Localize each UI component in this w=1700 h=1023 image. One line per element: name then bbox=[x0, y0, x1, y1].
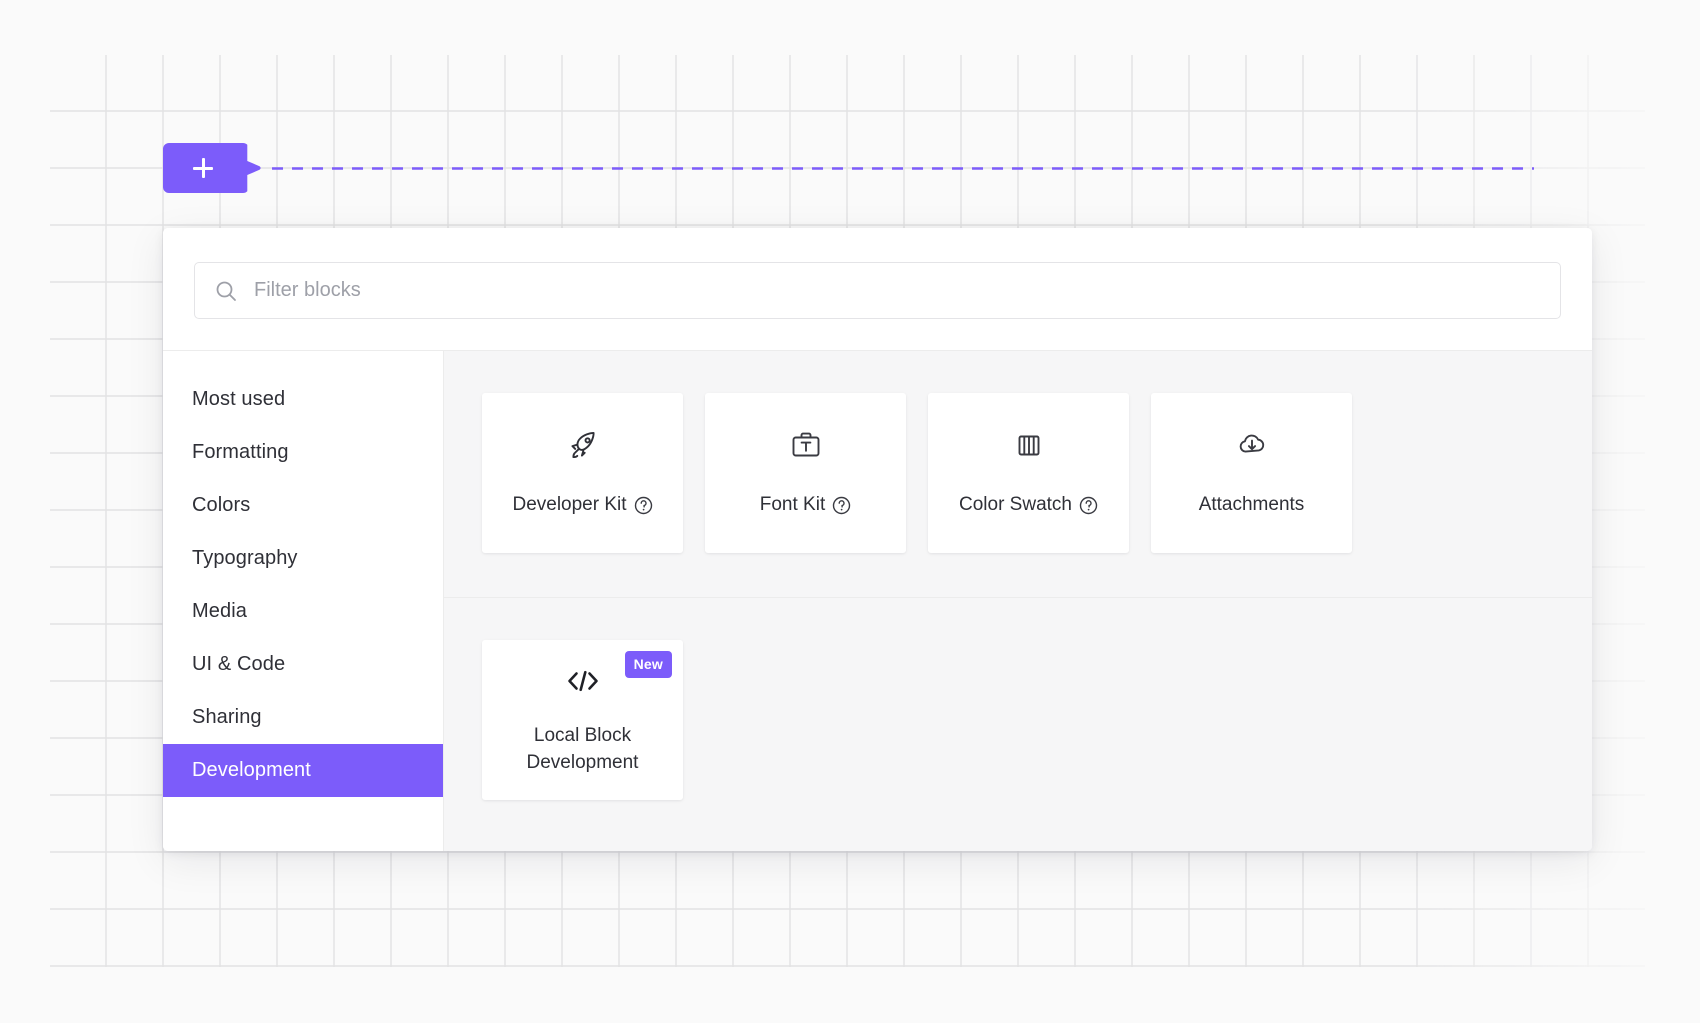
blocks-row: Developer Kit bbox=[482, 393, 1592, 553]
search-icon bbox=[215, 280, 237, 302]
help-icon[interactable] bbox=[634, 496, 653, 515]
block-card-color-swatch[interactable]: Color Swatch bbox=[928, 393, 1129, 553]
search-input[interactable] bbox=[254, 279, 1540, 302]
cloud-download-icon bbox=[1234, 427, 1270, 463]
plus-icon bbox=[193, 158, 213, 178]
search-box[interactable] bbox=[194, 262, 1561, 319]
block-card-local-block-development[interactable]: New Local Block Development bbox=[482, 640, 683, 800]
block-card-label: Local Block Development bbox=[498, 723, 668, 777]
picker-body: Most used Formatting Colors Typography M… bbox=[163, 351, 1592, 851]
block-card-font-kit[interactable]: Font Kit bbox=[705, 393, 906, 553]
new-badge: New bbox=[625, 651, 672, 678]
block-card-attachments[interactable]: Attachments bbox=[1151, 393, 1352, 553]
code-brackets-icon bbox=[564, 663, 602, 699]
block-card-developer-kit[interactable]: Developer Kit bbox=[482, 393, 683, 553]
sidebar-item-sharing[interactable]: Sharing bbox=[163, 691, 443, 744]
sidebar-item-typography[interactable]: Typography bbox=[163, 532, 443, 585]
font-briefcase-icon bbox=[789, 427, 823, 463]
rocket-icon bbox=[565, 427, 601, 463]
block-card-label: Color Swatch bbox=[959, 492, 1098, 519]
search-header bbox=[163, 228, 1592, 351]
blocks-row: New Local Block Development bbox=[482, 640, 1592, 800]
sidebar-item-development[interactable]: Development bbox=[163, 744, 443, 797]
sidebar-item-ui-and-code[interactable]: UI & Code bbox=[163, 638, 443, 691]
block-card-label: Font Kit bbox=[760, 492, 851, 519]
blocks-section-primary: Developer Kit bbox=[444, 351, 1592, 597]
add-block-button[interactable] bbox=[163, 143, 261, 193]
blocks-section-secondary: New Local Block Development bbox=[444, 597, 1592, 844]
category-sidebar: Most used Formatting Colors Typography M… bbox=[163, 351, 444, 851]
block-card-label: Developer Kit bbox=[512, 492, 652, 519]
help-icon[interactable] bbox=[1079, 496, 1098, 515]
design-canvas: Most used Formatting Colors Typography M… bbox=[0, 0, 1700, 1023]
sidebar-item-formatting[interactable]: Formatting bbox=[163, 426, 443, 479]
dashed-connector-line bbox=[272, 167, 1534, 170]
blocks-content: Developer Kit bbox=[444, 351, 1592, 851]
sidebar-item-media[interactable]: Media bbox=[163, 585, 443, 638]
block-picker-popover: Most used Formatting Colors Typography M… bbox=[163, 228, 1592, 851]
block-card-label: Attachments bbox=[1199, 492, 1305, 519]
sidebar-item-colors[interactable]: Colors bbox=[163, 479, 443, 532]
help-icon[interactable] bbox=[832, 496, 851, 515]
color-swatch-icon bbox=[1012, 427, 1046, 463]
sidebar-item-most-used[interactable]: Most used bbox=[163, 373, 443, 426]
